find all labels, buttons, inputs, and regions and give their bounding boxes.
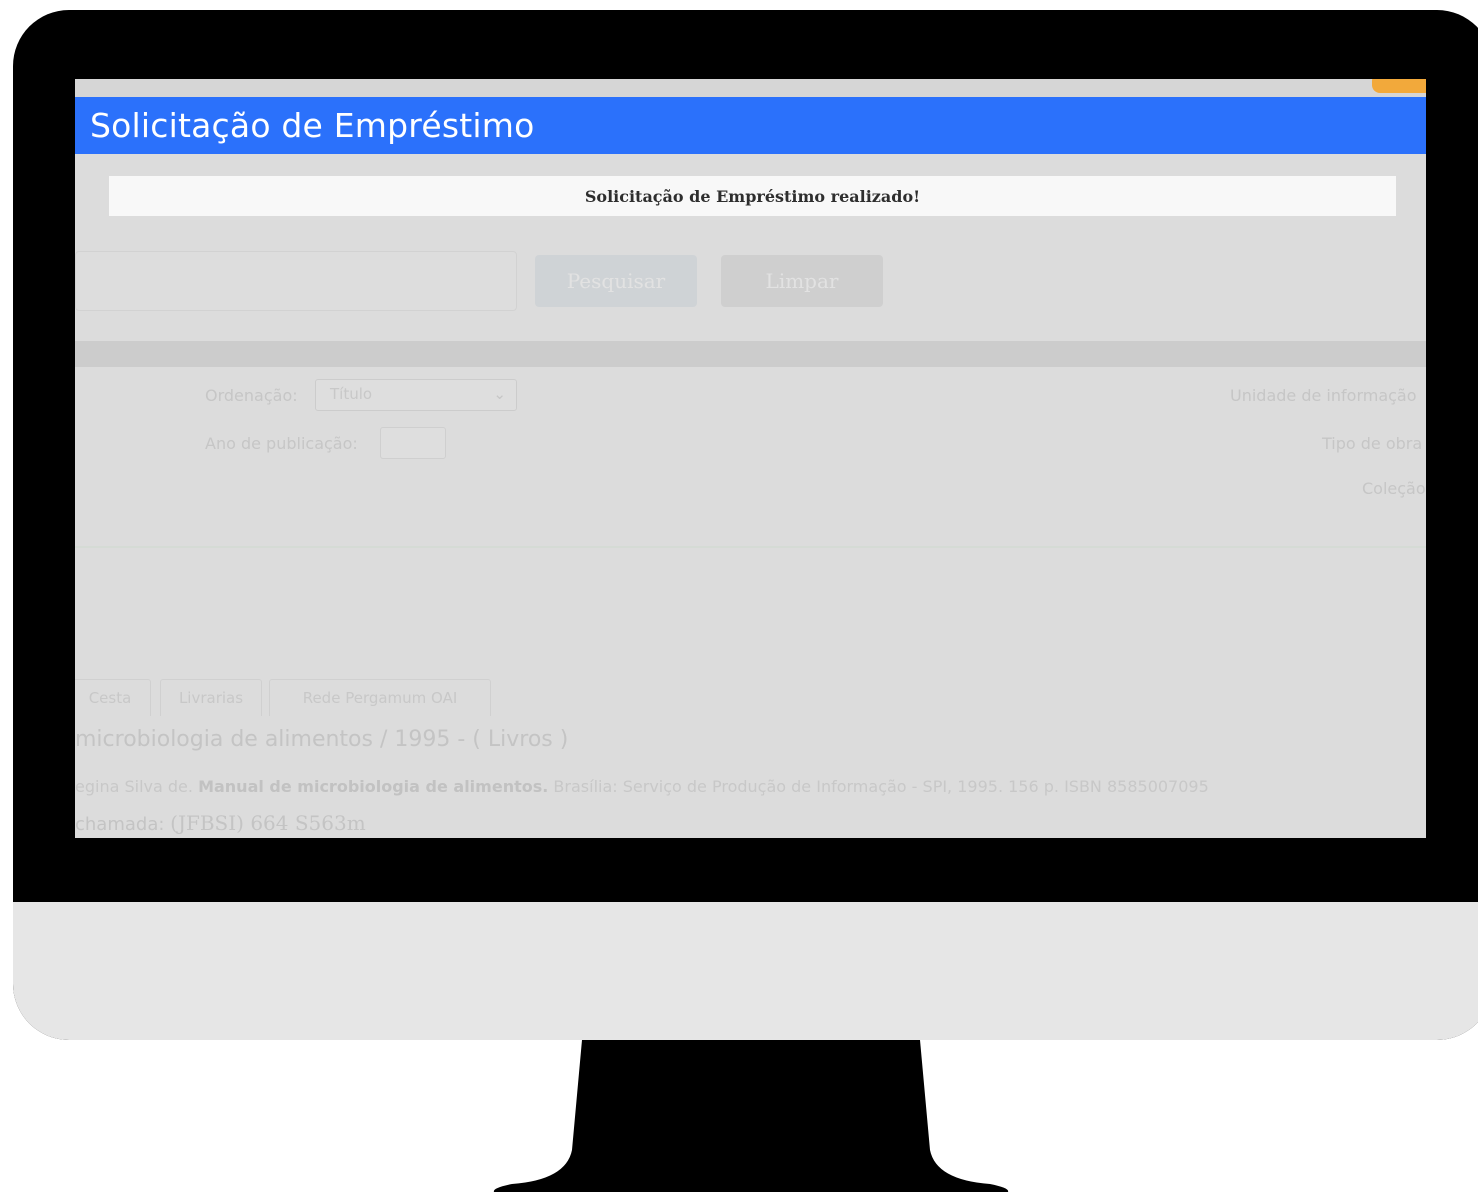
modal-header: Solicitação de Empréstimo <box>75 97 1426 154</box>
section-bar <box>75 341 1426 367</box>
tab-rede-pergamum[interactable]: Rede Pergamum OAI <box>269 679 491 716</box>
ordering-label: Ordenação: <box>205 386 298 405</box>
clear-button[interactable]: Limpar <box>721 255 883 307</box>
top-strip <box>75 79 1426 97</box>
call-value: (JFBSI) 664 S563m <box>170 811 366 835</box>
modal-title: Solicitação de Empréstimo <box>90 106 535 145</box>
alert-message: Solicitação de Empréstimo realizado! <box>584 186 921 206</box>
ordering-select[interactable]: Título ⌄ <box>315 379 517 411</box>
result-reference: egina Silva de. Manual de microbiologia … <box>75 777 1209 796</box>
tab-cesta[interactable]: Cesta <box>75 679 151 716</box>
divider <box>75 546 1426 548</box>
screen: Pesquisar Limpar Ordenação: Título ⌄ Ano… <box>75 79 1426 838</box>
year-input[interactable] <box>380 427 446 459</box>
result-title[interactable]: microbiologia de alimentos / 1995 - ( Li… <box>75 727 568 752</box>
ref-title: Manual de microbiologia de alimentos. <box>198 777 549 796</box>
search-input[interactable] <box>75 251 517 311</box>
tab-livrarias[interactable]: Livrarias <box>160 679 262 716</box>
search-button[interactable]: Pesquisar <box>535 255 697 307</box>
ref-rest: Brasília: Serviço de Produção de Informa… <box>553 777 1209 796</box>
ref-prefix: egina Silva de. <box>75 777 193 796</box>
year-label: Ano de publicação: <box>205 434 358 453</box>
type-label: Tipo de obra <box>1322 434 1423 453</box>
success-alert: Solicitação de Empréstimo realizado! <box>109 176 1396 216</box>
call-label: chamada: <box>75 814 165 835</box>
ordering-value: Título <box>330 385 373 403</box>
chevron-down-icon: ⌄ <box>493 385 506 403</box>
collection-label: Coleção <box>1362 479 1426 498</box>
orange-tab[interactable] <box>1372 79 1426 93</box>
call-number: chamada: (JFBSI) 664 S563m <box>75 811 366 835</box>
unit-label: Unidade de informação <box>1230 386 1417 405</box>
